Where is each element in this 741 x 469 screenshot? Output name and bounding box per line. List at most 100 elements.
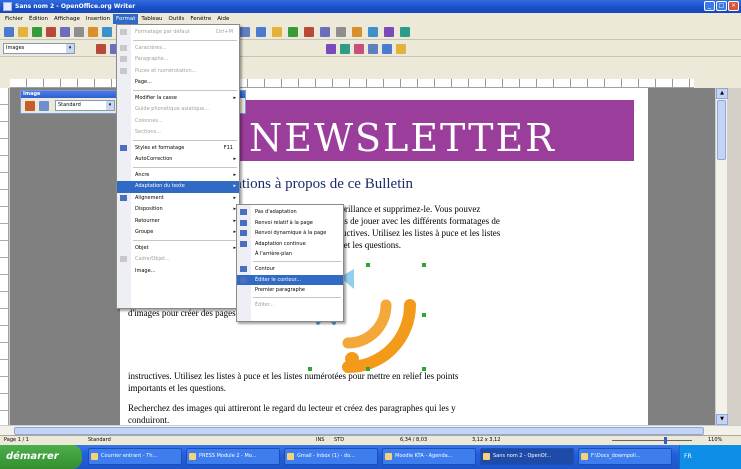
wrap-menu-item-2[interactable]: Renvoi dynamique à la page (237, 228, 343, 239)
table-icon[interactable] (304, 27, 314, 37)
menu-fen-tre[interactable]: Fenêtre (187, 14, 214, 24)
style-combo[interactable]: Images ▾ (3, 43, 75, 54)
chevron-down-icon[interactable]: ▾ (66, 44, 74, 53)
format-menu-item-19[interactable]: Retourner ▸ (117, 216, 239, 228)
wrap-menu-item-0[interactable]: Pas d'adaptation (237, 207, 343, 218)
print-icon[interactable] (88, 27, 98, 37)
menu-insertion[interactable]: Insertion (83, 14, 113, 24)
menu-aide[interactable]: Aide (214, 14, 232, 24)
horizontal-ruler[interactable] (10, 79, 694, 88)
chevron-down-icon[interactable]: ▾ (106, 101, 114, 110)
image-filter-icon[interactable] (25, 101, 35, 111)
wrap-menu-item-4[interactable]: À l'arrière-plan (237, 249, 343, 260)
pdf-icon[interactable] (74, 27, 84, 37)
menu-item-label: Adaptation du texte (135, 183, 185, 189)
format-menu-item-15[interactable]: Ancre ▸ (117, 170, 239, 182)
format-menu-item-2[interactable]: Caractères... (117, 43, 239, 55)
start-button[interactable]: démarrer (0, 445, 82, 469)
maximize-button[interactable]: □ (716, 1, 727, 11)
wrap-menu-item-1[interactable]: Renvoi relatif à la page (237, 218, 343, 229)
taskbar-task[interactable]: Gmail - Inbox (1) - do... (284, 448, 378, 465)
wrap-menu-item-6[interactable]: Contour (237, 264, 343, 275)
vertical-ruler[interactable] (0, 88, 9, 425)
area-icon[interactable] (340, 44, 350, 54)
horizontal-scrollbar[interactable] (0, 425, 741, 435)
format-menu-item-22[interactable]: Objet ▸ (117, 243, 239, 255)
edit-file-icon[interactable] (60, 27, 70, 37)
format-menu-item-13[interactable]: AutoCorrection ▸ (117, 154, 239, 166)
scroll-down-button[interactable]: ▼ (716, 414, 728, 425)
send-back-icon[interactable] (396, 44, 406, 54)
taskbar-task[interactable]: Courrier entrant - Th... (88, 448, 182, 465)
open-icon[interactable] (18, 27, 28, 37)
line-icon[interactable] (326, 44, 336, 54)
vertical-scrollbar[interactable]: ▲ ▼ (715, 88, 728, 425)
format-menu-item-24[interactable]: Image... (117, 266, 239, 278)
menu-separator (133, 39, 237, 41)
format-menu-item-0[interactable]: Formatage par défaut Ctrl+M (117, 27, 239, 39)
navigator-icon[interactable] (352, 27, 362, 37)
redo-icon[interactable] (272, 27, 282, 37)
hyperlink-icon[interactable] (288, 27, 298, 37)
menu-outils[interactable]: Outils (166, 14, 188, 24)
scroll-up-button[interactable]: ▲ (716, 88, 728, 99)
graphics-mode-combo[interactable]: Standard ▾ (55, 100, 115, 111)
menu-fichier[interactable]: Fichier (2, 14, 26, 24)
menu-item-label: Pas d'adaptation (255, 209, 297, 215)
close-button[interactable]: × (728, 1, 739, 11)
format-menu-item-7[interactable]: Modifier la casse ▸ (117, 93, 239, 105)
menu-tableau[interactable]: Tableau (138, 14, 165, 24)
format-menu-item-10[interactable]: Sections... (117, 127, 239, 139)
status-bar: Page 1 / 1 Standard INS STD 6,34 / 8,03 … (0, 435, 741, 445)
vertical-scroll-thumb[interactable] (717, 100, 726, 160)
status-selection-mode[interactable]: STD (334, 436, 344, 445)
format-menu-item-3[interactable]: Paragraphe... (117, 54, 239, 66)
menu-format[interactable]: Format (113, 13, 139, 24)
gallery-icon[interactable] (368, 27, 378, 37)
format-menu-item-8[interactable]: Guide phonétique asiatique... (117, 104, 239, 116)
minimize-button[interactable]: _ (704, 1, 715, 11)
undo-icon[interactable] (256, 27, 266, 37)
menu-affichage[interactable]: Affichage (51, 14, 83, 24)
format-menu-item-5[interactable]: Page... (117, 77, 239, 89)
wrap-menu-item-7[interactable]: Éditer le contour... (237, 274, 343, 286)
mail-icon[interactable] (46, 27, 56, 37)
taskbar-task[interactable]: Moodle KTA - Agenda... (382, 448, 476, 465)
horizontal-scroll-thumb[interactable] (14, 427, 704, 435)
status-zoom[interactable]: 110% (708, 436, 722, 445)
format-menu-item-23[interactable]: Cadre/Objet... (117, 254, 239, 266)
menu-item-label: Objet (135, 244, 149, 251)
anchor-icon[interactable] (368, 44, 378, 54)
bring-front-icon[interactable] (382, 44, 392, 54)
wrap-menu-item-8[interactable]: Premier paragraphe (237, 285, 343, 296)
shadow-icon[interactable] (354, 44, 364, 54)
find-icon[interactable] (336, 27, 346, 37)
preview-icon[interactable] (102, 27, 112, 37)
status-insert-mode[interactable]: INS (316, 436, 324, 445)
format-menu-item-4[interactable]: Puces et numérotation... (117, 66, 239, 78)
format-menu-item-18[interactable]: Disposition ▸ (117, 204, 239, 216)
zoom-slider[interactable] (612, 436, 702, 445)
paste-icon[interactable] (240, 27, 250, 37)
wrap-menu-item-10[interactable]: Éditer... (237, 300, 343, 311)
format-menu-item-20[interactable]: Groupe ▸ (117, 227, 239, 239)
menu-item-label: Éditer... (255, 301, 275, 308)
save-icon[interactable] (32, 27, 42, 37)
graphics-mode-icon[interactable] (39, 101, 49, 111)
taskbar-task[interactable]: PRESS Module 2 - Mo... (186, 448, 280, 465)
language-indicator[interactable]: FR (684, 453, 692, 460)
taskbar-task[interactable]: F:\Docs_dowmpoll... (578, 448, 672, 465)
format-menu-item-16[interactable]: Adaptation du texte ▸ (117, 181, 239, 193)
zoom-thumb[interactable] (664, 437, 667, 444)
menu--dition[interactable]: Édition (26, 14, 51, 24)
zoom-icon[interactable] (384, 27, 394, 37)
help-icon[interactable] (400, 27, 410, 37)
show-draw-icon[interactable] (320, 27, 330, 37)
format-menu-item-9[interactable]: Colonnes... (117, 116, 239, 128)
format-menu-item-12[interactable]: Styles et formatage F11 (117, 143, 239, 155)
format-menu-item-17[interactable]: Alignement ▸ (117, 193, 239, 205)
new-icon[interactable] (4, 27, 14, 37)
align-left-icon[interactable] (96, 44, 106, 54)
taskbar-task[interactable]: Sans nom 2 - OpenOf... (480, 448, 574, 465)
wrap-menu-item-3[interactable]: Adaptation continue (237, 239, 343, 250)
